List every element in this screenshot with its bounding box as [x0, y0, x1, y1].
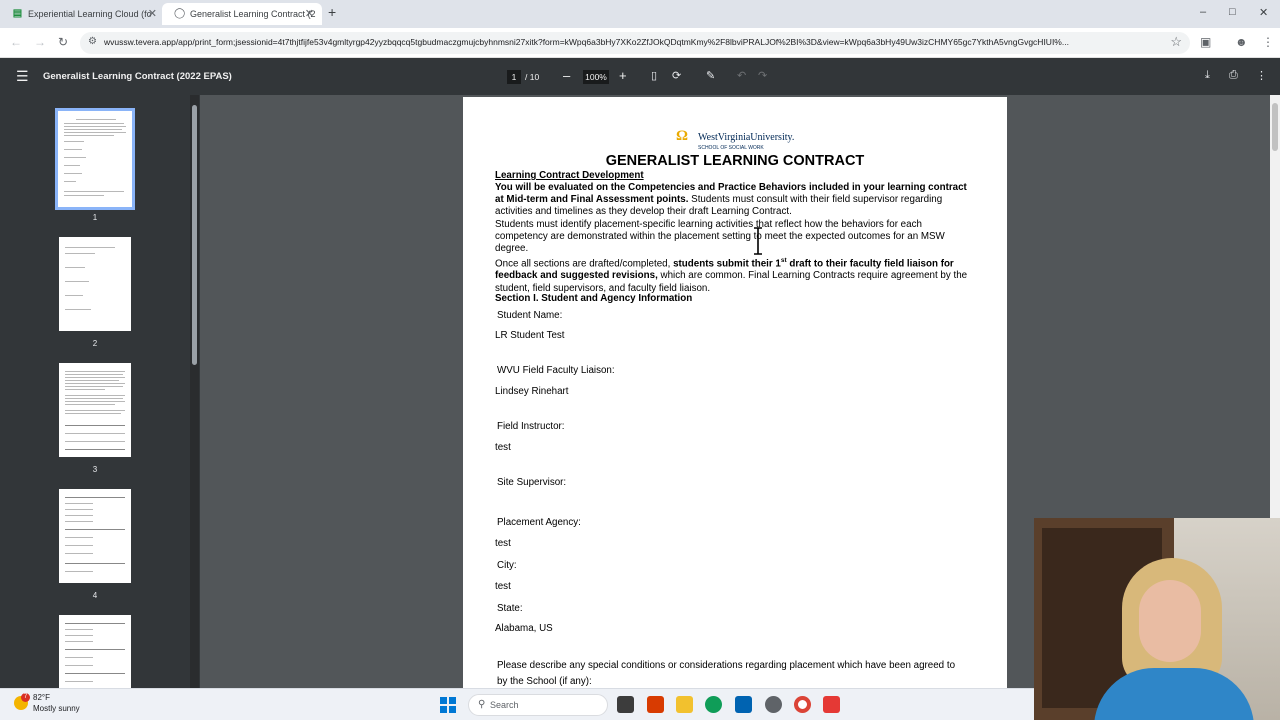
print-icon[interactable]: ⎙ [1229, 69, 1238, 82]
tevera-favicon-icon: ▤ [12, 8, 23, 19]
section-heading-student-agency: Section I. Student and Agency Informatio… [495, 293, 693, 304]
annotate-icon[interactable]: ✎ [706, 69, 715, 82]
task-view-icon[interactable] [617, 696, 634, 713]
page-thumbnail[interactable] [55, 108, 135, 210]
tab-generalist-learning-contract[interactable]: ◯ Generalist Learning Contract (2 ✕ [162, 3, 322, 25]
state-value: Alabama, US [495, 623, 553, 634]
site-info-icon[interactable]: ⚙ [88, 36, 97, 47]
thumbnail-number: 2 [92, 339, 98, 348]
forward-icon[interactable]: → [34, 35, 46, 49]
page-title: GENERALIST LEARNING CONTRACT [605, 153, 865, 169]
tab-label: Experiential Learning Cloud (fo [28, 9, 152, 19]
zoom-in-button[interactable]: + [619, 68, 627, 83]
tab-experiential-learning-cloud[interactable]: ▤ Experiential Learning Cloud (fo ✕ [0, 3, 165, 25]
edge-icon[interactable] [705, 696, 722, 713]
webcam-video-overlay [1034, 518, 1280, 720]
fit-page-icon[interactable]: ▯ [651, 69, 657, 82]
office-icon[interactable] [647, 696, 664, 713]
settings-gear-icon[interactable] [765, 696, 782, 713]
logo-text: WestVirginiaUniversity. [698, 132, 795, 143]
thumbnail-number: 4 [92, 591, 98, 600]
more-options-icon[interactable]: ⋮ [1256, 69, 1267, 82]
paragraph-evaluation: You will be evaluated on the Competencie… [495, 182, 973, 219]
zoom-out-button[interactable]: – [563, 68, 570, 83]
text-cursor-icon [754, 227, 762, 255]
placement-agency-label: Placement Agency: [497, 517, 581, 528]
page-thumbnail[interactable] [59, 489, 131, 583]
notification-badge: 7 [21, 693, 30, 702]
reload-icon[interactable]: ↻ [58, 35, 68, 49]
thumbnail-sidebar: 1 2 3 4 [0, 95, 200, 688]
close-window-button[interactable]: ✕ [1259, 6, 1268, 19]
pdf-page: Ω WestVirginiaUniversity. SCHOOL OF SOCI… [463, 97, 1007, 697]
store-icon[interactable] [735, 696, 752, 713]
tab-label: Generalist Learning Contract (2 [190, 9, 316, 19]
sidebar-menu-icon[interactable]: ☰ [16, 68, 29, 85]
zoom-input[interactable]: 100% [583, 70, 609, 84]
faculty-liaison-label: WVU Field Faculty Liaison: [497, 365, 615, 376]
file-explorer-icon[interactable] [676, 696, 693, 713]
rotate-icon[interactable]: ⟳ [672, 69, 681, 82]
back-icon[interactable]: ← [10, 35, 22, 49]
paragraph-bold-text: students submit their 1 [673, 258, 781, 270]
address-bar[interactable]: ⚙ wvussw.tevera.app/app/print_form;jsess… [80, 32, 1190, 54]
faculty-liaison-value: Lindsey Rinehart [495, 386, 569, 397]
search-icon: ⚲ [478, 699, 486, 710]
search-placeholder: Search [490, 700, 519, 710]
app-icon[interactable] [823, 696, 840, 713]
city-label: City: [497, 560, 517, 571]
paragraph-text: Once all sections are drafted/completed, [495, 258, 674, 270]
browser-toolbar: ← → ↻ ⚙ wvussw.tevera.app/app/print_form… [0, 28, 1280, 58]
redo-icon[interactable]: ↷ [758, 69, 767, 82]
student-name-label: Student Name: [497, 310, 563, 321]
minimize-button[interactable]: – [1200, 6, 1206, 18]
special-conditions-label: Please describe any special conditions o… [497, 660, 956, 687]
page-total: / 10 [525, 72, 540, 82]
close-tab-icon[interactable]: ✕ [148, 3, 157, 25]
paragraph-submission: Once all sections are drafted/completed,… [495, 255, 973, 295]
windows-start-icon[interactable] [440, 697, 456, 713]
site-supervisor-label: Site Supervisor: [497, 477, 567, 488]
url-text: wvussw.tevera.app/app/print_form;jsessio… [104, 37, 1069, 47]
page-thumbnail[interactable] [59, 363, 131, 457]
field-instructor-value: test [495, 442, 511, 453]
browser-menu-icon[interactable]: ⋮ [1262, 35, 1274, 49]
bookmark-star-icon[interactable]: ☆ [1170, 34, 1182, 50]
placement-agency-value: test [495, 538, 511, 549]
page-number-input[interactable]: 1 [507, 70, 521, 84]
browser-tab-strip: ▤ Experiential Learning Cloud (fo ✕ ◯ Ge… [0, 0, 1280, 28]
chrome-icon[interactable] [794, 696, 811, 713]
sidebar-scrollbar-thumb[interactable] [192, 105, 197, 365]
document-title: Generalist Learning Contract (2022 EPAS) [43, 71, 232, 82]
page-thumbnail[interactable] [59, 237, 131, 331]
thumbnail-number: 3 [92, 465, 98, 474]
section-heading-development: Learning Contract Development [495, 170, 644, 181]
wv-flying-logo-icon: Ω [676, 128, 689, 144]
weather-temperature: 82°F [33, 693, 50, 702]
state-label: State: [497, 603, 523, 614]
undo-icon[interactable]: ↶ [737, 69, 746, 82]
city-value: test [495, 581, 511, 592]
extensions-icon[interactable]: ▣ [1200, 35, 1211, 49]
field-instructor-label: Field Instructor: [497, 421, 565, 432]
viewer-scrollbar-thumb[interactable] [1272, 103, 1278, 151]
close-tab-icon[interactable]: ✕ [305, 3, 314, 25]
new-tab-button[interactable]: + [328, 4, 336, 20]
weather-condition: Mostly sunny [33, 704, 80, 713]
taskbar-search[interactable]: ⚲ Search [468, 694, 608, 716]
student-name-value: LR Student Test [495, 330, 565, 341]
maximize-button[interactable]: □ [1229, 6, 1236, 18]
page-thumbnail[interactable] [59, 615, 131, 688]
profile-icon[interactable]: ☻ [1235, 35, 1248, 49]
pdf-toolbar: ☰ Generalist Learning Contract (2022 EPA… [0, 58, 1280, 95]
globe-icon: ◯ [174, 8, 186, 19]
paragraph-activities: Students must identify placement-specifi… [495, 219, 945, 255]
thumbnail-number: 1 [92, 213, 98, 222]
logo-subtext: SCHOOL OF SOCIAL WORK [698, 145, 764, 151]
download-icon[interactable]: ⤓ [1205, 69, 1210, 82]
